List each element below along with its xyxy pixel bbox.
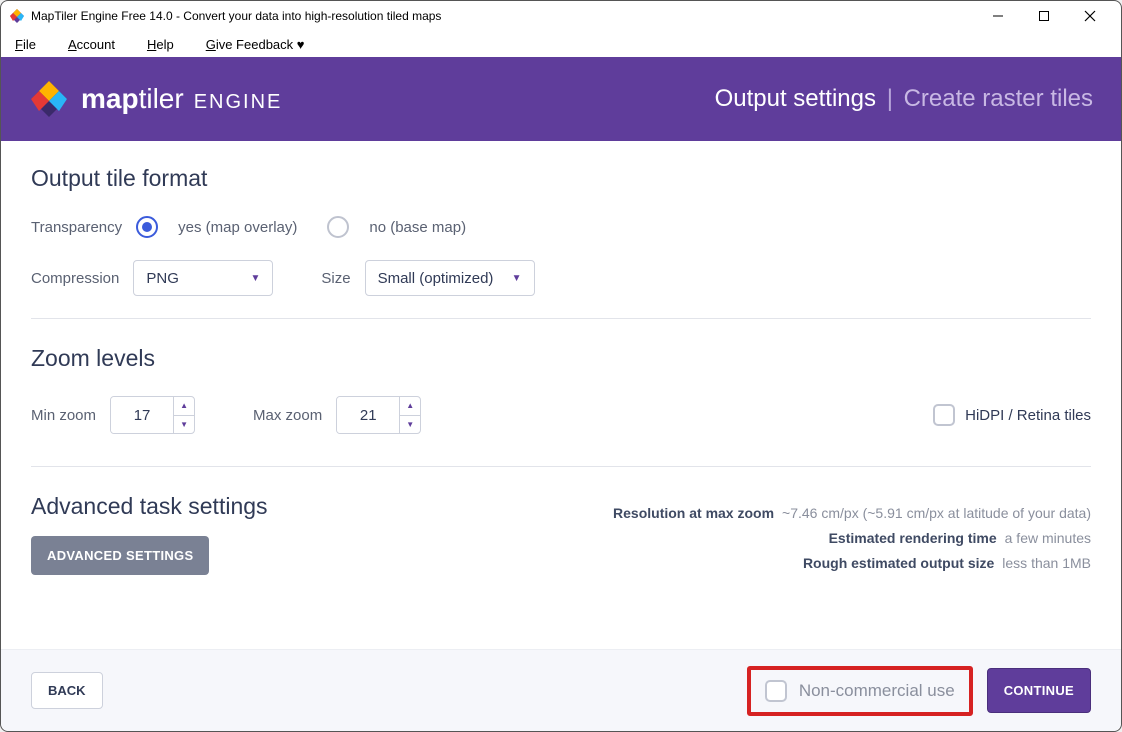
stat-time-key: Estimated rendering time <box>829 530 997 546</box>
back-button[interactable]: BACK <box>31 672 103 709</box>
section-zoom-title: Zoom levels <box>31 345 1091 372</box>
maximize-button[interactable] <box>1021 1 1067 31</box>
transparency-label: Transparency <box>31 219 122 236</box>
max-zoom-field[interactable] <box>337 397 399 433</box>
close-button[interactable] <box>1067 1 1113 31</box>
advanced-settings-button[interactable]: ADVANCED SETTINGS <box>31 536 209 575</box>
titlebar: MapTiler Engine Free 14.0 - Convert your… <box>1 1 1121 31</box>
page-header: maptiler ENGINE Output settings | Create… <box>1 57 1121 141</box>
size-select[interactable]: Small (optimized) ▼ <box>365 260 535 296</box>
brand-text: maptiler ENGINE <box>81 83 282 115</box>
stat-resolution-key: Resolution at max zoom <box>613 505 774 521</box>
footer: BACK Non-commercial use CONTINUE <box>1 649 1121 731</box>
content: Output tile format Transparency yes (map… <box>1 141 1121 649</box>
hidpi-label: HiDPI / Retina tiles <box>965 407 1091 424</box>
size-label: Size <box>321 270 350 287</box>
max-zoom-down[interactable]: ▼ <box>400 415 420 434</box>
stat-time-val: a few minutes <box>1005 530 1091 546</box>
max-zoom-label: Max zoom <box>253 407 322 424</box>
transparency-yes-label: yes (map overlay) <box>178 219 297 236</box>
zoom-row: Min zoom ▲ ▼ Max zoom ▲ ▼ HiDPI / Retina <box>31 396 1091 434</box>
stat-size-val: less than 1MB <box>1002 555 1091 571</box>
min-zoom-field[interactable] <box>111 397 173 433</box>
hidpi-checkbox[interactable] <box>933 404 955 426</box>
stat-size-key: Rough estimated output size <box>803 555 994 571</box>
app-window: MapTiler Engine Free 14.0 - Convert your… <box>0 0 1122 732</box>
window-title: MapTiler Engine Free 14.0 - Convert your… <box>31 9 975 23</box>
min-zoom-up[interactable]: ▲ <box>174 397 194 415</box>
menubar: File Account Help Give Feedback ♥ <box>1 31 1121 57</box>
min-zoom-down[interactable]: ▼ <box>174 415 194 434</box>
caret-down-icon: ▼ <box>250 273 260 284</box>
hidpi-group: HiDPI / Retina tiles <box>933 404 1091 426</box>
advanced-row: Advanced task settings ADVANCED SETTINGS… <box>31 493 1091 577</box>
section-output-format-title: Output tile format <box>31 165 1091 192</box>
non-commercial-label: Non-commercial use <box>799 681 955 701</box>
section-advanced-title: Advanced task settings <box>31 493 268 520</box>
brand-logo-icon <box>29 79 69 119</box>
continue-button[interactable]: CONTINUE <box>987 668 1091 713</box>
transparency-row: Transparency yes (map overlay) no (base … <box>31 216 1091 238</box>
min-zoom-input[interactable]: ▲ ▼ <box>110 396 195 434</box>
menu-file[interactable]: File <box>15 37 36 52</box>
non-commercial-checkbox[interactable] <box>765 680 787 702</box>
compression-select[interactable]: PNG ▼ <box>133 260 273 296</box>
transparency-no-label: no (base map) <box>369 219 466 236</box>
menu-account[interactable]: Account <box>68 37 115 52</box>
max-zoom-up[interactable]: ▲ <box>400 397 420 415</box>
non-commercial-highlight: Non-commercial use <box>747 666 973 716</box>
page-title: Output settings | Create raster tiles <box>715 85 1093 113</box>
menu-feedback[interactable]: Give Feedback ♥ <box>206 37 305 52</box>
stats: Resolution at max zoom ~7.46 cm/px (~5.91… <box>613 501 1091 577</box>
compression-row: Compression PNG ▼ Size Small (optimized)… <box>31 260 1091 296</box>
transparency-yes-radio[interactable] <box>136 216 158 238</box>
window-controls <box>975 1 1113 31</box>
divider <box>31 318 1091 319</box>
compression-label: Compression <box>31 270 119 287</box>
menu-help[interactable]: Help <box>147 37 174 52</box>
min-zoom-label: Min zoom <box>31 407 96 424</box>
transparency-no-radio[interactable] <box>327 216 349 238</box>
max-zoom-input[interactable]: ▲ ▼ <box>336 396 421 434</box>
caret-down-icon: ▼ <box>512 273 522 284</box>
divider <box>31 466 1091 467</box>
brand: maptiler ENGINE <box>29 79 715 119</box>
minimize-button[interactable] <box>975 1 1021 31</box>
app-icon <box>9 8 25 24</box>
stat-resolution-val: ~7.46 cm/px (~5.91 cm/px at latitude of … <box>782 505 1091 521</box>
